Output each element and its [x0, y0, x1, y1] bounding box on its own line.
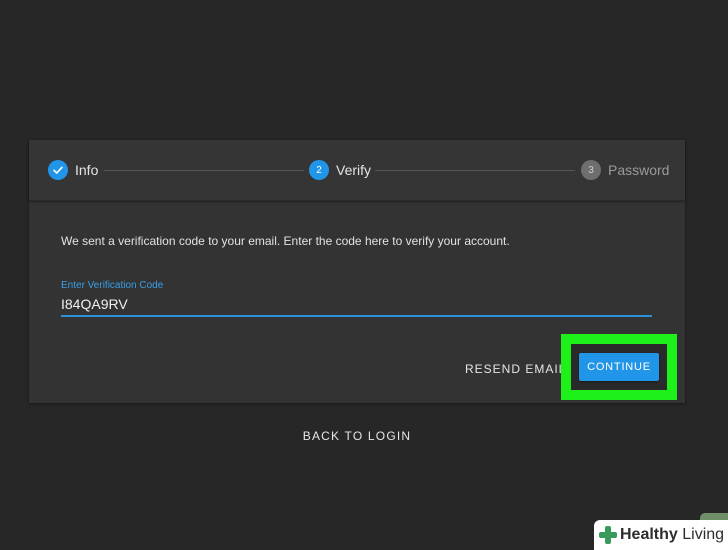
step-verify: 2 Verify — [309, 160, 371, 180]
cross-icon — [598, 525, 618, 545]
back-to-login-link[interactable]: BACK TO LOGIN — [0, 429, 714, 443]
continue-button[interactable]: CONTINUE — [579, 353, 659, 381]
stepper: Info 2 Verify 3 Password — [29, 140, 685, 201]
resend-email-button[interactable]: RESEND EMAIL — [465, 359, 566, 379]
step-info-label: Info — [75, 162, 99, 178]
step-verify-number: 2 — [309, 160, 329, 180]
step-connector — [104, 170, 304, 171]
watermark-brand-bold: Healthy — [620, 526, 678, 543]
highlight-box: CONTINUE — [561, 334, 677, 400]
highlight-box-inner: CONTINUE — [571, 344, 667, 390]
step-connector — [375, 170, 575, 171]
watermark-text: Healthy Living — [620, 526, 724, 544]
check-icon — [48, 160, 68, 180]
code-field-label: Enter Verification Code — [61, 280, 164, 291]
instruction-text: We sent a verification code to your emai… — [61, 234, 510, 248]
step-password-label: Password — [608, 162, 670, 178]
step-info: Info — [48, 160, 98, 180]
step-password-number: 3 — [581, 160, 601, 180]
step-password: 3 Password — [581, 160, 669, 180]
verification-code-input[interactable] — [61, 293, 652, 317]
step-verify-label: Verify — [336, 162, 372, 178]
watermark-brand-regular: Living — [677, 526, 725, 543]
